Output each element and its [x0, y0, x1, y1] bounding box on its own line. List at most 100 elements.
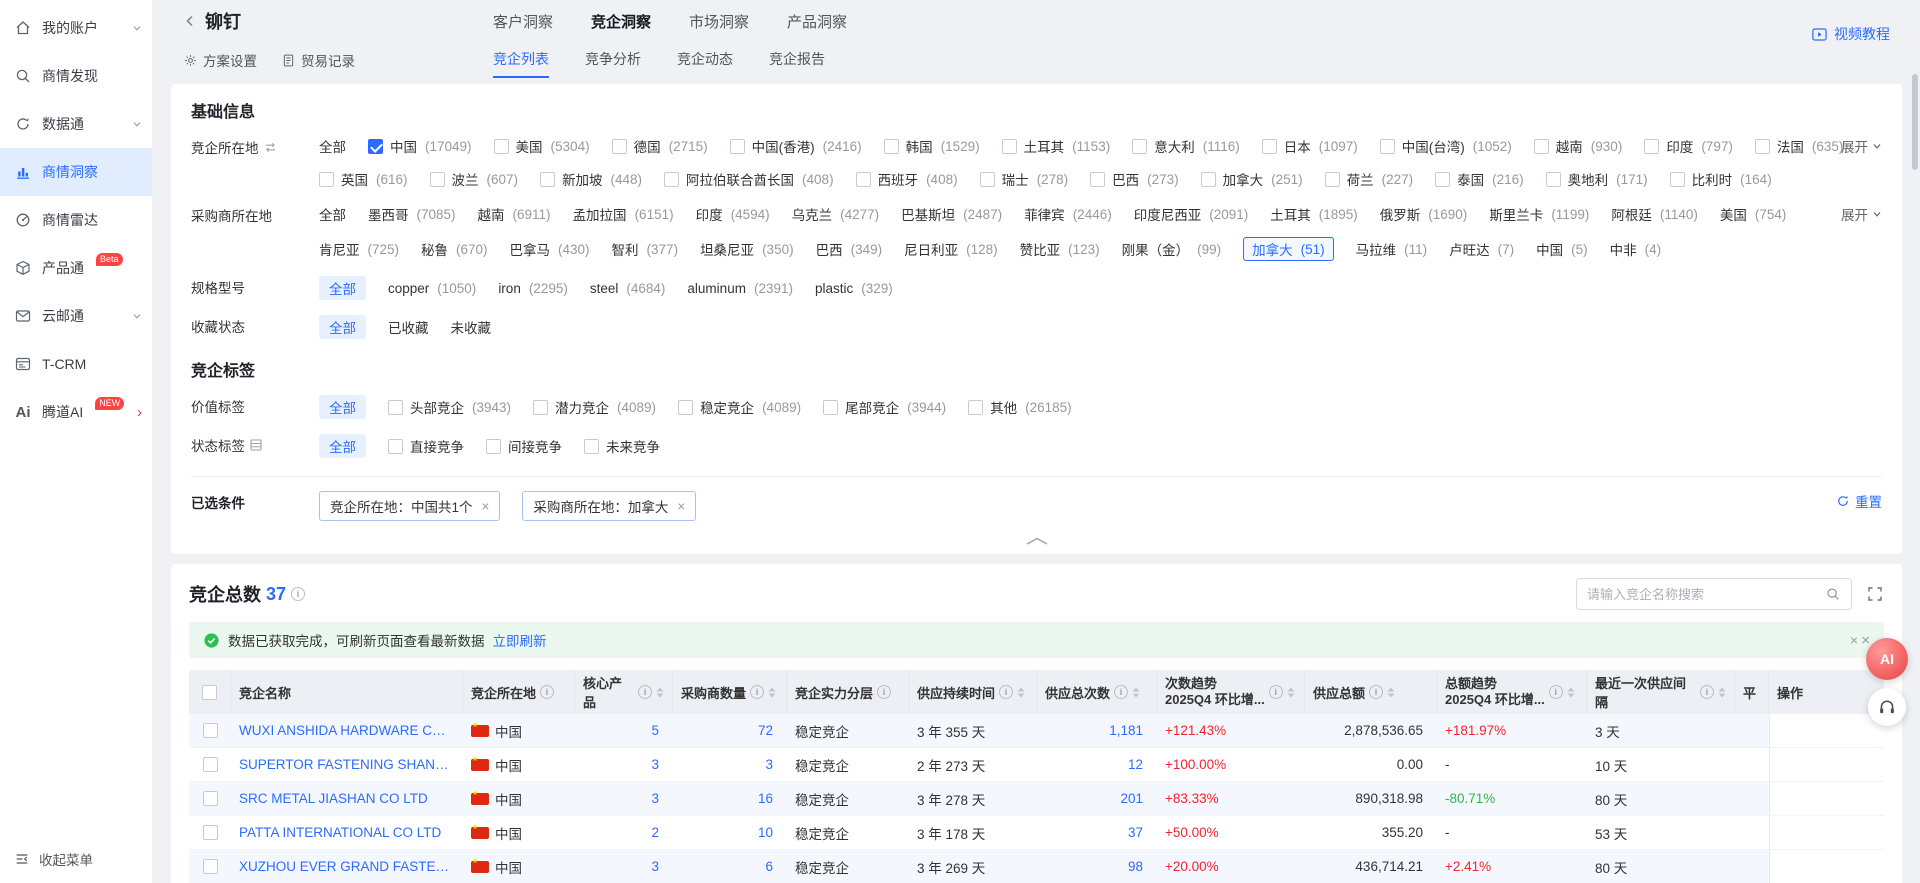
buyer-count-link[interactable]: 10 [758, 825, 773, 840]
filter-option[interactable]: iron (2295) [498, 281, 568, 296]
filter-option[interactable]: 德国 (2715) [612, 136, 708, 156]
checkbox[interactable] [884, 139, 899, 154]
checkbox[interactable] [486, 439, 501, 454]
filter-option[interactable]: 西班牙 (408) [856, 169, 958, 189]
filter-option[interactable]: 瑞士 (278) [980, 169, 1069, 189]
filter-option[interactable]: 墨西哥 (7085) [368, 204, 456, 224]
checkbox[interactable] [540, 172, 555, 187]
checkbox[interactable] [856, 172, 871, 187]
filter-option[interactable]: 智利 (377) [612, 239, 679, 259]
checkbox[interactable] [1002, 139, 1017, 154]
info-icon[interactable] [540, 685, 554, 699]
tab-customer-insight[interactable]: 客户洞察 [493, 11, 553, 32]
row-checkbox[interactable] [203, 757, 218, 772]
supply-times-link[interactable]: 201 [1120, 791, 1143, 806]
filter-option[interactable]: 巴基斯坦 (2487) [901, 204, 1002, 224]
buyer-count-link[interactable]: 6 [765, 859, 773, 874]
filter-option[interactable]: 泰国 (216) [1435, 169, 1524, 189]
filter-option[interactable]: 俄罗斯 (1690) [1380, 204, 1468, 224]
filter-option[interactable]: 间接竞争 [486, 436, 562, 456]
reset-button[interactable]: 重置 [1836, 491, 1882, 511]
filter-option[interactable]: 阿拉伯联合酋长国 (408) [664, 169, 834, 189]
company-name-link[interactable]: SUPERTOR FASTENING SHANGHAI... [239, 757, 455, 772]
selected-condition-chip[interactable]: 采购商所在地：加拿大 [522, 491, 696, 521]
filter-option[interactable]: 菲律宾 (2446) [1024, 204, 1112, 224]
filter-option[interactable]: 其他 (26185) [968, 397, 1072, 417]
subtab-competitor-news[interactable]: 竞企动态 [677, 42, 733, 78]
sidebar-item-cloud-mail[interactable]: 云邮通 [0, 292, 152, 340]
sidebar-item-product-hub[interactable]: 产品通 Beta [0, 244, 152, 292]
company-name-link[interactable]: SRC METAL JIASHAN CO LTD [239, 791, 428, 806]
filter-option[interactable]: 巴西 (273) [1090, 169, 1179, 189]
info-icon[interactable] [877, 685, 891, 699]
checkbox[interactable] [584, 439, 599, 454]
checkbox[interactable] [1132, 139, 1147, 154]
supply-times-link[interactable]: 1,181 [1109, 723, 1143, 738]
filter-option[interactable]: 已收藏 [388, 317, 429, 337]
checkbox[interactable] [533, 400, 548, 415]
back-icon[interactable] [183, 14, 197, 28]
filter-option[interactable]: 潜力竞企 (4089) [533, 397, 656, 417]
trade-records-link[interactable]: 贸易记录 [281, 50, 355, 70]
supply-times-link[interactable]: 37 [1128, 825, 1143, 840]
checkbox[interactable] [1644, 139, 1659, 154]
filter-option[interactable]: 法国 (635) [1755, 136, 1844, 156]
row-checkbox[interactable] [203, 859, 218, 874]
sort-icon[interactable] [1387, 687, 1395, 698]
filter-option[interactable]: 波兰 (607) [430, 169, 519, 189]
filter-option[interactable]: 印度尼西亚 (2091) [1134, 204, 1249, 224]
filter-option[interactable]: 肯尼亚 (725) [319, 239, 399, 259]
filter-option[interactable]: steel (4684) [590, 281, 666, 296]
company-name-link[interactable]: WUXI ANSHIDA HARDWARE CO LTD [239, 723, 455, 738]
filter-option[interactable]: 荷兰 (227) [1325, 169, 1414, 189]
filter-option[interactable]: 中国 (17049) [368, 136, 472, 156]
buyer-count-link[interactable]: 72 [758, 723, 773, 738]
filter-all-option[interactable]: 全部 [319, 276, 366, 300]
checkbox[interactable] [1090, 172, 1105, 187]
supply-times-link[interactable]: 98 [1128, 859, 1143, 874]
filter-option[interactable]: 越南 (930) [1534, 136, 1623, 156]
info-icon[interactable] [1549, 685, 1563, 699]
ai-assistant-float-button[interactable]: AI [1866, 638, 1908, 680]
filter-option[interactable]: 孟加拉国 (6151) [573, 204, 674, 224]
filter-all-option[interactable]: 全部 [319, 395, 366, 419]
filter-option[interactable]: 土耳其 (1895) [1270, 204, 1358, 224]
filter-option[interactable]: 直接竞争 [388, 436, 464, 456]
sort-icon[interactable] [1567, 687, 1575, 698]
filter-option[interactable]: 阿根廷 (1140) [1611, 204, 1698, 224]
checkbox[interactable] [1325, 172, 1340, 187]
filter-option[interactable]: 美国 (754) [1720, 204, 1787, 224]
sidebar-item-discovery[interactable]: 商情发现 [0, 52, 152, 100]
filter-option[interactable]: plastic (329) [815, 281, 893, 296]
checkbox[interactable] [388, 400, 403, 415]
subtab-competition-analysis[interactable]: 竞争分析 [585, 42, 641, 78]
checkbox[interactable] [1435, 172, 1450, 187]
checkbox[interactable] [494, 139, 509, 154]
filter-option[interactable]: 未收藏 [451, 317, 492, 337]
row-checkbox[interactable] [203, 723, 218, 738]
info-icon[interactable] [1114, 685, 1128, 699]
collapse-menu-button[interactable]: 收起菜单 [14, 849, 93, 869]
core-product-count-link[interactable]: 3 [651, 791, 659, 806]
info-icon[interactable] [638, 685, 652, 699]
checkbox[interactable] [980, 172, 995, 187]
expand-button[interactable]: 展开 [1841, 136, 1882, 156]
selected-condition-chip[interactable]: 竞企所在地：中国共1个 [319, 491, 500, 521]
filter-option[interactable]: 印度 (4594) [696, 204, 770, 224]
filter-option[interactable]: 加拿大 (251) [1201, 169, 1303, 189]
checkbox[interactable] [1380, 139, 1395, 154]
sort-icon[interactable] [768, 687, 776, 698]
filter-option[interactable]: 中国 (5) [1536, 239, 1588, 259]
filter-option[interactable]: 越南 (6911) [478, 204, 551, 224]
info-icon[interactable] [1269, 685, 1283, 699]
filter-option[interactable]: 中非 (4) [1610, 239, 1662, 259]
collapse-filter-control[interactable] [191, 536, 1882, 550]
filter-all-option[interactable]: 全部 [319, 136, 346, 156]
filter-option[interactable]: 中国(香港) (2416) [730, 136, 862, 156]
filter-option[interactable]: 卢旺达 (7) [1449, 239, 1514, 259]
checkbox[interactable] [823, 400, 838, 415]
core-product-count-link[interactable]: 2 [651, 825, 659, 840]
checkbox[interactable] [1201, 172, 1216, 187]
search-input[interactable] [1587, 587, 1825, 602]
sidebar-item-business-insight[interactable]: 商情洞察 [0, 148, 152, 196]
